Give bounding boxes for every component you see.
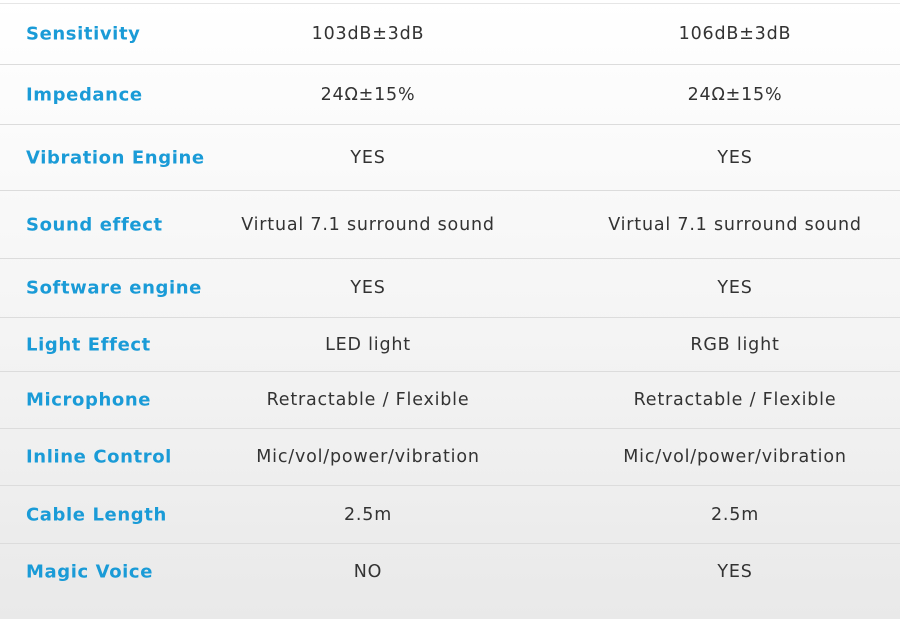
row-label: Sound effect — [26, 214, 163, 235]
row-label: Microphone — [26, 389, 152, 411]
value-model-2: YES — [717, 147, 753, 168]
table-row-sensitivity: Sensitivity 103dB±3dB 106dB±3dB — [0, 3, 900, 64]
row-label: Magic Voice — [26, 561, 154, 583]
value-model-2: 106dB±3dB — [678, 24, 792, 44]
value-model-1: YES — [350, 278, 386, 298]
row-label: Software engine — [26, 277, 202, 299]
value-model-2: Mic/vol/power/vibration — [623, 447, 847, 467]
value-model-2: YES — [717, 562, 753, 582]
table-row-software-engine: Software engine YES YES — [0, 258, 900, 317]
row-label: Light Effect — [26, 334, 151, 355]
row-label: Cable Length — [26, 504, 167, 525]
value-model-2: Virtual 7.1 surround sound — [608, 214, 862, 235]
table-row-sound-effect: Sound effect Virtual 7.1 surround sound … — [0, 190, 900, 258]
value-model-2: YES — [717, 278, 753, 298]
value-model-1: 24Ω±15% — [320, 84, 416, 105]
table-row-light-effect: Light Effect LED light RGB light — [0, 317, 900, 371]
table-row-microphone: Microphone Retractable / Flexible Retrac… — [0, 371, 900, 428]
value-model-2: RGB light — [690, 334, 780, 355]
value-model-1: Virtual 7.1 surround sound — [241, 214, 495, 235]
table-row-impedance: Impedance 24Ω±15% 24Ω±15% — [0, 64, 900, 124]
spec-comparison-table: Sensitivity 103dB±3dB 106dB±3dB Impedanc… — [0, 0, 900, 619]
value-model-1: Mic/vol/power/vibration — [256, 447, 480, 467]
table-row-inline-control: Inline Control Mic/vol/power/vibration M… — [0, 428, 900, 485]
value-model-1: 2.5m — [343, 504, 393, 525]
row-label: Inline Control — [26, 446, 172, 468]
value-model-2: Retractable / Flexible — [633, 390, 837, 410]
value-model-1: LED light — [325, 334, 411, 355]
value-model-2: 2.5m — [710, 504, 760, 525]
value-model-1: YES — [350, 147, 386, 168]
table-row-vibration-engine: Vibration Engine YES YES — [0, 124, 900, 190]
value-model-1: NO — [353, 562, 383, 582]
value-model-1: Retractable / Flexible — [266, 390, 470, 410]
row-label: Sensitivity — [26, 23, 141, 45]
value-model-1: 103dB±3dB — [311, 24, 425, 44]
table-row-magic-voice: Magic Voice NO YES — [0, 543, 900, 600]
value-model-2: 24Ω±15% — [687, 84, 783, 105]
row-label: Impedance — [26, 84, 143, 105]
table-row-cable-length: Cable Length 2.5m 2.5m — [0, 485, 900, 543]
row-label: Vibration Engine — [26, 147, 205, 168]
